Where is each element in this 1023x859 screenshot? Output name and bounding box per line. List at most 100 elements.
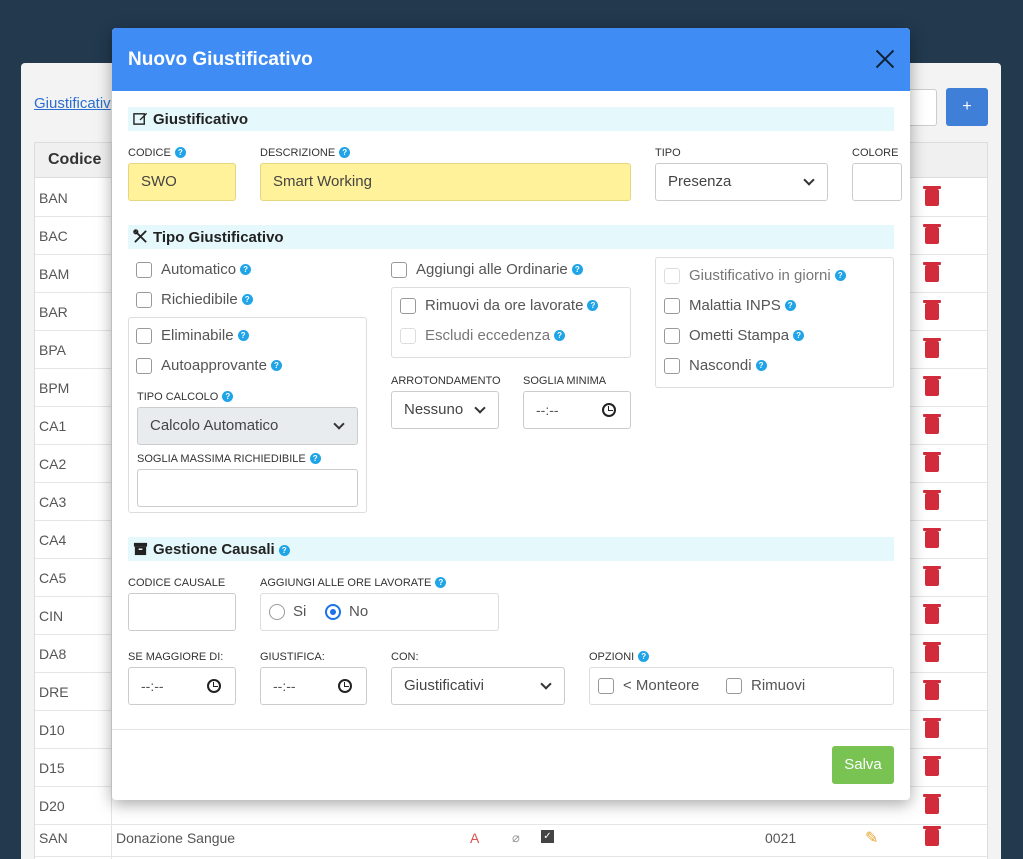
codice-input[interactable]: SWO — [128, 163, 236, 201]
help-icon[interactable]: ? — [554, 330, 566, 341]
help-icon[interactable]: ? — [174, 147, 186, 158]
section-title: Gestione Causali? — [153, 541, 290, 558]
row-code: BAN — [39, 190, 68, 206]
section-tipo-giustificativo: Tipo Giustificativo — [128, 225, 894, 249]
trash-icon[interactable] — [923, 826, 941, 846]
save-button[interactable]: Salva — [832, 746, 894, 784]
maggiore-label: SE MAGGIORE DI: — [128, 651, 224, 663]
close-icon[interactable] — [874, 48, 896, 70]
help-icon[interactable]: ? — [237, 330, 249, 341]
table-row[interactable]: SAN Donazione Sangue A ⌀ ✓ 0021 ✎ — [35, 819, 987, 857]
breadcrumb-link[interactable]: Giustificativ — [34, 95, 111, 112]
giustifica-label: GIUSTIFICA: — [260, 651, 325, 663]
row-code: CA4 — [39, 532, 67, 548]
row-code: BAM — [39, 266, 70, 282]
section-giustificativo: Giustificativo — [128, 107, 894, 131]
add-button[interactable]: + — [946, 88, 988, 126]
trash-icon[interactable] — [923, 642, 941, 662]
help-icon[interactable]: ? — [793, 330, 805, 341]
help-icon[interactable]: ? — [638, 651, 650, 662]
row-code: BAC — [39, 228, 68, 244]
trash-icon[interactable] — [923, 414, 941, 434]
soglia-massima-input[interactable] — [137, 469, 358, 507]
trash-icon[interactable] — [923, 528, 941, 548]
row-code: CA1 — [39, 418, 67, 434]
descrizione-input[interactable]: Smart Working — [260, 163, 631, 201]
con-select[interactable]: Giustificativi — [391, 667, 565, 705]
soglia-massima-label: SOGLIA MASSIMA RICHIEDIBILE? — [137, 453, 321, 465]
row-code: D20 — [39, 798, 65, 814]
trash-icon[interactable] — [923, 718, 941, 738]
si-radio[interactable]: Si — [269, 603, 306, 620]
codice-causale-input[interactable] — [128, 593, 236, 631]
row-code: CA2 — [39, 456, 67, 472]
soglia-minima-input[interactable]: --:-- — [523, 391, 631, 429]
trash-icon[interactable] — [923, 186, 941, 206]
giustifica-input[interactable]: --:-- — [260, 667, 367, 705]
row-number: 0021 — [765, 830, 797, 846]
trash-icon[interactable] — [923, 604, 941, 624]
trash-icon[interactable] — [923, 376, 941, 396]
aggiungi-ore-label: AGGIUNGI ALLE ORE LAVORATE? — [260, 577, 447, 589]
trash-icon[interactable] — [923, 452, 941, 472]
rimuovi-checkbox[interactable]: Rimuovi — [726, 677, 805, 694]
help-icon[interactable]: ? — [435, 577, 447, 588]
maggiore-input[interactable]: --:-- — [128, 667, 236, 705]
clock-icon — [602, 403, 616, 417]
tipo-select[interactable]: Presenza — [655, 163, 828, 201]
no-radio[interactable]: No — [325, 603, 368, 620]
edit-icon[interactable]: ✎ — [865, 828, 878, 848]
help-icon[interactable]: ? — [571, 264, 583, 275]
help-icon[interactable]: ? — [241, 294, 253, 305]
escludi-eccedenza-checkbox[interactable]: Escludi eccedenza? — [400, 327, 566, 344]
arrotondamento-select[interactable]: Nessuno — [391, 391, 499, 429]
help-icon[interactable]: ? — [834, 270, 846, 281]
chevron-down-icon — [540, 678, 552, 690]
colore-input[interactable] — [852, 163, 902, 201]
ometti-stampa-checkbox[interactable]: Ometti Stampa? — [664, 327, 805, 344]
help-icon[interactable]: ? — [222, 391, 234, 402]
row-code: CA5 — [39, 570, 67, 586]
monteore-checkbox[interactable]: < Monteore — [598, 677, 699, 694]
trash-icon[interactable] — [923, 756, 941, 776]
help-icon[interactable]: ? — [587, 300, 599, 311]
automatico-checkbox[interactable]: Automatico? — [136, 261, 252, 278]
tipo-calcolo-select[interactable]: Calcolo Automatico — [137, 407, 358, 445]
trash-icon[interactable] — [923, 338, 941, 358]
codice-causale-label: CODICE CAUSALE — [128, 577, 226, 589]
section-title: Tipo Giustificativo — [153, 229, 284, 246]
autoapprovante-checkbox[interactable]: Autoapprovante? — [136, 357, 282, 374]
aggiungi-ordinarie-checkbox[interactable]: Aggiungi alle Ordinarie? — [391, 261, 583, 278]
trash-icon[interactable] — [923, 490, 941, 510]
trash-icon[interactable] — [923, 262, 941, 282]
help-icon[interactable]: ? — [270, 360, 282, 371]
soglia-minima-label: SOGLIA MINIMA — [523, 375, 607, 387]
help-icon[interactable]: ? — [309, 453, 321, 464]
giorni-checkbox[interactable]: Giustificativo in giorni? — [664, 267, 846, 284]
help-icon[interactable]: ? — [755, 360, 767, 371]
help-icon[interactable]: ? — [240, 264, 252, 275]
clock-icon — [338, 679, 352, 693]
trash-icon[interactable] — [923, 224, 941, 244]
descrizione-label: DESCRIZIONE? — [260, 147, 351, 159]
row-code: DRE — [39, 684, 69, 700]
arrotondamento-label: ARROTONDAMENTO — [391, 375, 501, 387]
eliminabile-checkbox[interactable]: Eliminabile? — [136, 327, 249, 344]
help-icon[interactable]: ? — [339, 147, 351, 158]
trash-icon[interactable] — [923, 794, 941, 814]
richiedibile-checkbox[interactable]: Richiedibile? — [136, 291, 253, 308]
trash-icon[interactable] — [923, 300, 941, 320]
malattia-checkbox[interactable]: Malattia INPS? — [664, 297, 796, 314]
codice-label: CODICE? — [128, 147, 186, 159]
help-icon[interactable]: ? — [278, 545, 290, 556]
tipo-label: TIPO — [655, 147, 681, 159]
trash-icon[interactable] — [923, 680, 941, 700]
help-icon[interactable]: ? — [784, 300, 796, 311]
chevron-down-icon — [333, 418, 345, 430]
rimuovi-ore-checkbox[interactable]: Rimuovi da ore lavorate? — [400, 297, 599, 314]
modal-title: Nuovo Giustificativo — [128, 49, 313, 70]
nascondi-checkbox[interactable]: Nascondi? — [664, 357, 767, 374]
trash-icon[interactable] — [923, 566, 941, 586]
opzioni-label: OPZIONI? — [589, 651, 650, 663]
row-code: SAN — [39, 830, 68, 846]
